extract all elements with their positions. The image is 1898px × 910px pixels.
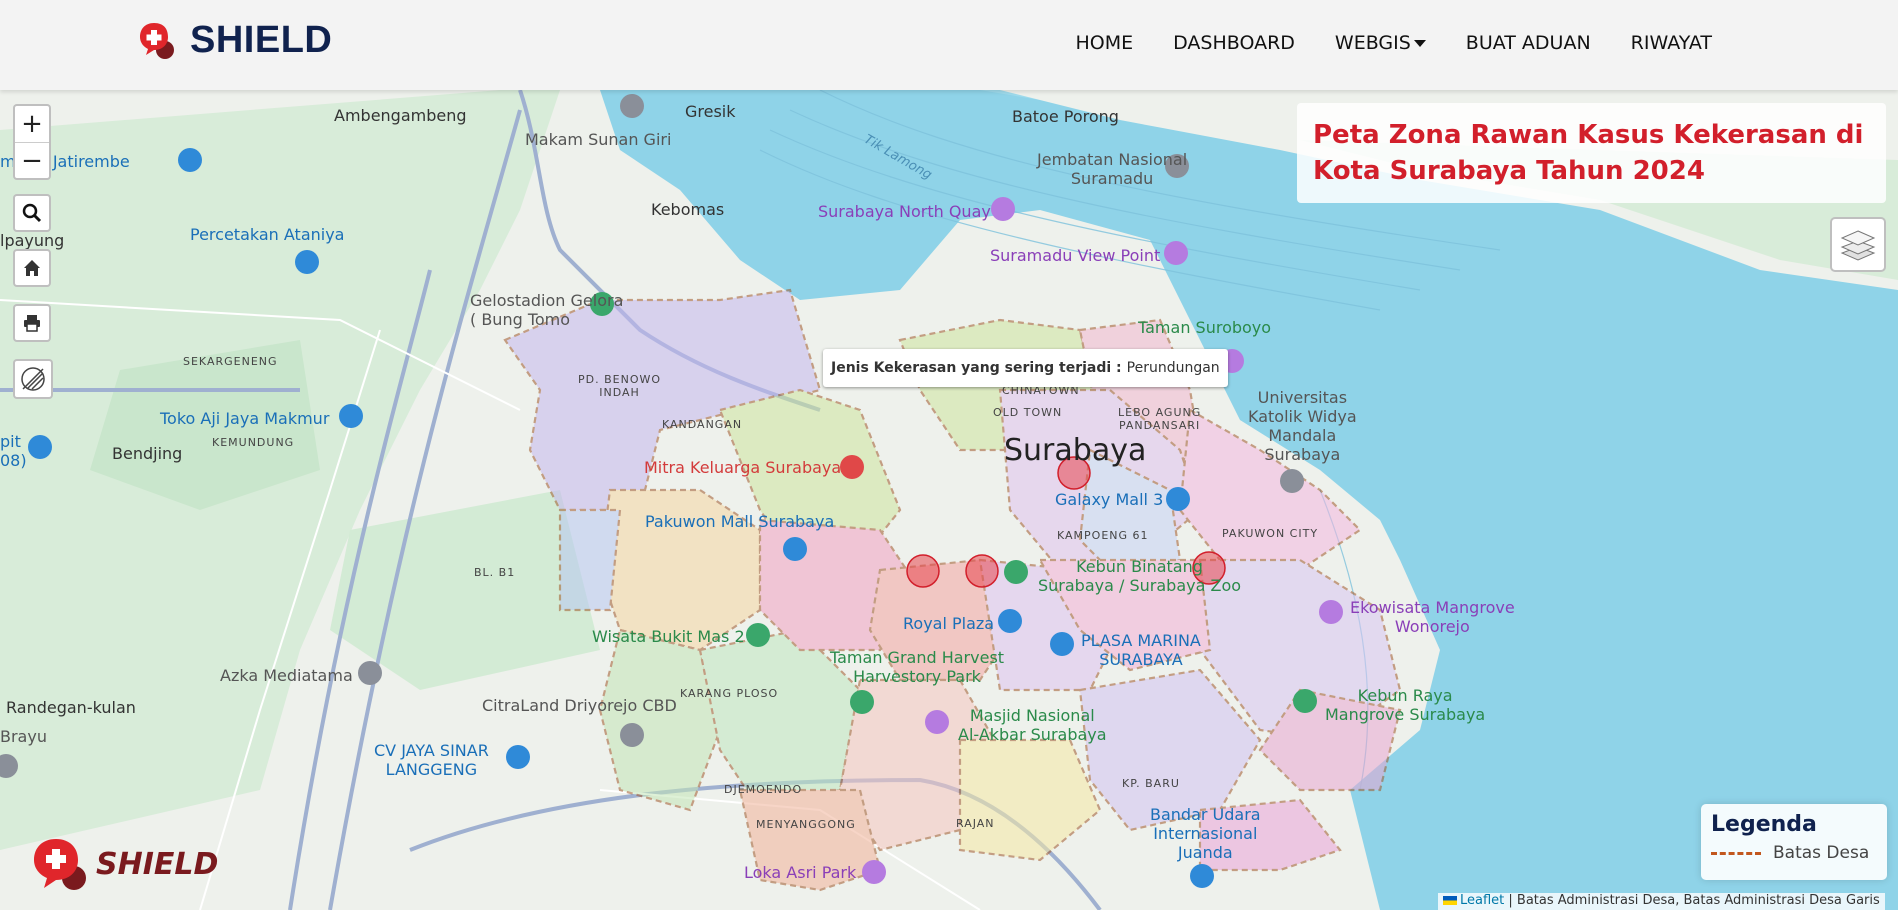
attribution-text: | Batas Administrasi Desa, Batas Adminis… [1504,893,1880,908]
map-label: Loka Asri Park [744,863,857,882]
zone-tooltip: Jenis Kekerasan yang sering terjadi : Pe… [823,349,1228,387]
map-label-city: Surabaya [1004,433,1147,468]
print-button[interactable] [13,304,51,342]
map-label: Randegan-kulan [6,698,136,717]
attribution: Leaflet | Batas Administrasi Desa, Batas… [1438,893,1885,910]
map-label: Bandar Udara Internasional Juanda [1150,805,1261,862]
map-label: pit 08) [0,432,27,470]
map-label: Batoe Porong [1012,107,1119,126]
map-label: Galaxy Mall 3 [1055,490,1164,509]
map-label: CitraLand Driyorejo CBD [482,696,677,715]
map-label: Taman Grand Harvest Harvestory Park [830,648,1005,686]
map-label: Brayu [0,727,47,746]
nav-dashboard[interactable]: DASHBOARD [1153,32,1315,54]
map-label: Ambengambeng [334,106,467,125]
map-label: Pakuwon Mall Surabaya [645,512,835,531]
map-label: Royal Plaza [903,614,995,633]
print-icon [24,315,40,332]
shield-logo-icon [34,839,86,890]
ukraine-flag-icon [1443,896,1457,905]
map-label: KEMUNDUNG [212,436,295,449]
hotspot-marker [906,554,940,588]
search-icon [22,203,42,223]
map-label: lpayung [0,231,65,250]
map-label: KAMPOENG 61 [1057,529,1149,542]
map-label: OLD TOWN [993,406,1063,419]
zoom-control: + − [13,104,51,180]
home-icon [24,260,40,276]
legend: Legenda Batas Desa [1701,804,1887,880]
measure-button[interactable] [13,359,53,399]
legend-row: Batas Desa [1711,843,1877,863]
map-label: Kebun Raya Mangrove Surabaya [1325,686,1486,724]
map-label: DJEMOENDO [724,783,803,796]
map-label: LEBO AGUNG PANDANSARI [1118,406,1202,432]
map-label: KP. BARU [1122,777,1180,790]
nav-riwayat[interactable]: RIWAYAT [1611,32,1732,54]
caret-down-icon [1413,40,1426,47]
map-label: Suramadu View Point [990,246,1161,265]
map-label: Masjid Nasional Al-Akbar Surabaya [958,706,1107,744]
footer-logo: SHIELD [30,836,218,892]
map-label: Azka Mediatama [220,666,353,685]
map-label: Kebun Binatang Surabaya / Surabaya Zoo [1038,557,1242,595]
tooltip-label: Jenis Kekerasan yang sering terjadi : [831,360,1122,376]
dashed-line-icon [1711,851,1761,855]
legend-label: Batas Desa [1773,843,1870,863]
map-label: RAJAN [956,817,995,830]
nav-webgis-label: WEBGIS [1334,32,1411,54]
map-label: Universitas Katolik Widya Mandala Suraba… [1248,388,1357,464]
nav-buat-aduan[interactable]: BUAT ADUAN [1446,32,1611,54]
map-label: Surabaya North Quay [818,202,991,221]
map-label: PLASA MARINA SURABAYA [1081,631,1201,669]
map-label: Bendjing [112,444,183,463]
map-label: KARANG PLOSO [680,687,779,700]
zoom-in-button[interactable]: + [15,106,49,143]
map-label: CV JAYA SINAR LANGGENG [374,741,489,779]
brand-name: SHIELD [190,18,333,61]
ruler-icon [21,367,45,391]
brand[interactable]: SHIELD [136,16,332,64]
footer-logo-text: SHIELD [96,846,219,882]
map-label: PD. BENOWO INDAH [578,373,662,399]
legend-title: Legenda [1711,812,1817,837]
layers-icon [1840,229,1876,261]
shield-logo-icon [136,19,178,61]
map-title: Peta Zona Rawan Kasus Kekerasan di Kota … [1313,120,1864,186]
map-label: SEKARGENENG [183,355,278,368]
map-label: Mitra Keluarga Surabaya [644,458,842,477]
map[interactable]: Ambengambeng Gresik Makam Sunan Giri Bat… [0,90,1898,910]
map-label: KANDANGAN [662,418,743,431]
map-label: Jembatan Nasional Suramadu [1037,150,1188,188]
navbar: SHIELD HOME DASHBOARD WEBGIS BUAT ADUAN … [0,0,1898,90]
map-label: BL. B1 [474,566,516,579]
home-button[interactable] [13,249,51,287]
nav-webgis[interactable]: WEBGIS [1315,32,1446,54]
leaflet-link[interactable]: Leaflet [1460,893,1504,908]
map-label: Ekowisata Mangrove Wonorejo [1350,598,1515,636]
map-label: Makam Sunan Giri [525,130,672,149]
map-label: Taman Suroboyo [1138,318,1272,337]
map-label: Toko Aji Jaya Makmur [160,409,330,428]
layers-button[interactable] [1830,217,1886,272]
map-label: PAKUWON CITY [1222,527,1319,540]
map-title-box: Peta Zona Rawan Kasus Kekerasan di Kota … [1297,103,1886,203]
map-label: Percetakan Ataniya [190,225,345,244]
map-label: Gelostadion Gelora ( Bung Tomo [470,291,624,329]
tooltip-value: Perundungan [1126,360,1220,376]
map-label: Gresik [685,102,736,121]
search-button[interactable] [13,194,51,232]
map-label: Wisata Bukit Mas 2 [592,627,745,646]
map-label: Kebomas [651,200,725,219]
nav-menu: HOME DASHBOARD WEBGIS BUAT ADUAN RIWAYAT [1055,32,1732,54]
zoom-out-button[interactable]: − [15,143,49,179]
hotspot-marker [965,554,999,588]
map-label: MENYANGGONG [756,818,856,831]
nav-home[interactable]: HOME [1055,32,1153,54]
